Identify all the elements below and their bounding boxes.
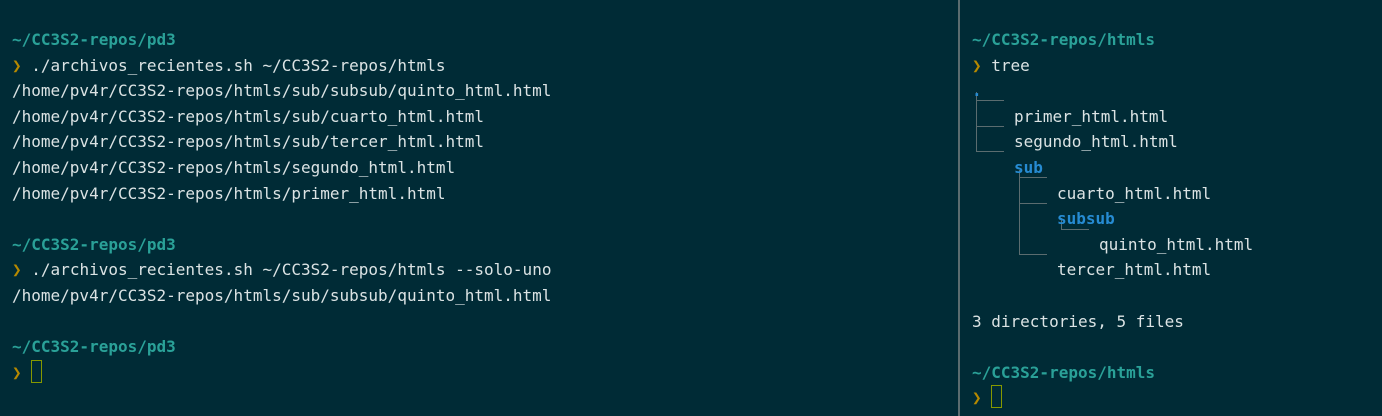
command-line: ❯ ./archivos_recientes.sh ~/CC3S2-repos/… [12, 53, 551, 79]
cwd-line: ~/CC3S2-repos/htmls [972, 30, 1156, 49]
command-text: tree [991, 55, 1030, 75]
active-prompt-line[interactable]: ❯ [972, 385, 1253, 411]
command-line: ❯ ./archivos_recientes.sh ~/CC3S2-repos/… [12, 257, 551, 283]
tree-root: . [972, 81, 982, 101]
prompt-chevron-icon: ❯ [12, 362, 22, 382]
tree-file: segundo_html.html [1014, 132, 1178, 152]
terminal-window: ~/CC3S2-repos/pd3 ❯ ./archivos_recientes… [0, 0, 1382, 416]
output-line: /home/pv4r/CC3S2-repos/htmls/segundo_htm… [12, 157, 456, 177]
terminal-pane-left[interactable]: ~/CC3S2-repos/pd3 ❯ ./archivos_recientes… [0, 0, 958, 416]
prompt-chevron-icon: ❯ [972, 55, 982, 75]
cwd-line: ~/CC3S2-repos/pd3 [12, 30, 176, 49]
output-line: /home/pv4r/CC3S2-repos/htmls/sub/tercer_… [12, 132, 485, 152]
terminal-pane-right[interactable]: ~/CC3S2-repos/htmls ❯ tree . primer_html… [960, 0, 1382, 416]
prompt-chevron-icon: ❯ [12, 55, 22, 75]
output-line: /home/pv4r/CC3S2-repos/htmls/primer_html… [12, 183, 446, 203]
output-line: /home/pv4r/CC3S2-repos/htmls/sub/subsub/… [12, 81, 552, 101]
prompt-chevron-icon: ❯ [972, 388, 982, 408]
tree-file: quinto_html.html [1099, 234, 1254, 254]
terminal-output-left: ~/CC3S2-repos/pd3 ❯ ./archivos_recientes… [12, 27, 551, 385]
tree-summary: 3 directories, 5 files [972, 311, 1184, 331]
output-line: /home/pv4r/CC3S2-repos/htmls/sub/cuarto_… [12, 106, 485, 126]
prompt-chevron-icon: ❯ [12, 260, 22, 280]
output-line: /home/pv4r/CC3S2-repos/htmls/sub/subsub/… [12, 285, 552, 305]
tree-directory: subsub [1057, 209, 1115, 229]
cwd-line: ~/CC3S2-repos/pd3 [12, 337, 176, 357]
active-prompt-line[interactable]: ❯ [12, 359, 551, 386]
block-cursor-icon [990, 385, 1002, 409]
command-text: ./archivos_recientes.sh ~/CC3S2-repos/ht… [31, 260, 552, 280]
block-cursor-icon [30, 359, 42, 383]
cwd-line: ~/CC3S2-repos/pd3 [12, 234, 176, 254]
terminal-output-right: ~/CC3S2-repos/htmls ❯ tree . primer_html… [972, 27, 1253, 411]
cwd-line: ~/CC3S2-repos/htmls [972, 362, 1156, 382]
tree-output: . primer_html.html segundo_html.html sub… [972, 78, 1253, 283]
command-text: ./archivos_recientes.sh ~/CC3S2-repos/ht… [31, 55, 446, 75]
tree-file: tercer_html.html [1057, 260, 1212, 280]
tree-file: primer_html.html [1014, 106, 1169, 126]
tree-directory: sub [1014, 157, 1043, 177]
tree-file: cuarto_html.html [1057, 183, 1212, 203]
command-line: ❯ tree [972, 53, 1253, 79]
